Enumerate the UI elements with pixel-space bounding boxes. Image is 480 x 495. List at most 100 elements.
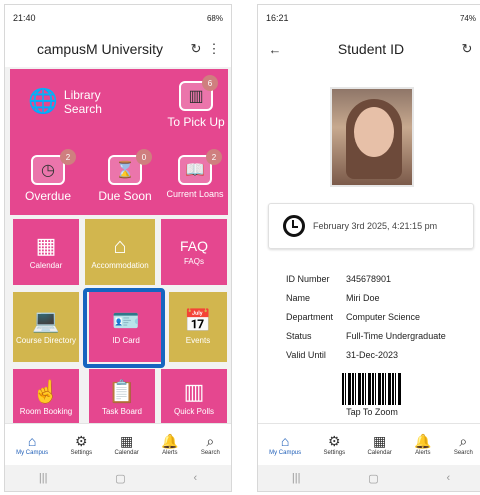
calendar-label: Calendar	[29, 260, 63, 270]
detail-value: Full-Time Undergraduate	[346, 330, 446, 341]
nav-label: Alerts	[162, 449, 178, 456]
current-loans-label: Current Loans	[166, 189, 224, 199]
course-directory-label: Course Directory	[15, 335, 76, 345]
due-soon-label: Due Soon	[98, 189, 152, 203]
nav-label: Calendar	[367, 449, 392, 456]
timestamp-card: February 3rd 2025, 4:21:15 pm	[268, 203, 474, 249]
student-id-screen: 16:21 74% ← Student ID ↻ February 3rd 20…	[257, 4, 480, 492]
nav-settings[interactable]: ⚙ Settings	[70, 434, 92, 456]
nav-calendar[interactable]: ▦ Calendar	[114, 434, 138, 456]
nav-alerts[interactable]: 🔔 Alerts	[414, 434, 431, 456]
status-time: 16:21	[266, 13, 289, 23]
nav-search[interactable]: ⌕ Search	[201, 434, 220, 456]
booking-icon: ☝	[32, 378, 60, 404]
current-loans-tile[interactable]: 📖 Current Loans 2	[162, 149, 228, 199]
calendar-icon: ▦	[373, 432, 387, 449]
laptop-icon: 💻	[32, 307, 60, 333]
events-tile[interactable]: 📅 Events	[169, 292, 227, 362]
refresh-icon[interactable]: ↻	[187, 41, 205, 57]
detail-row: Valid Until 31-Dec-2023	[286, 345, 446, 364]
home-button-icon[interactable]: ▢	[368, 472, 378, 485]
nav-search[interactable]: ⌕ Search	[454, 434, 473, 456]
student-id-content: February 3rd 2025, 4:21:15 pm ID Number 3…	[258, 67, 480, 427]
course-directory-tile[interactable]: 💻 Course Directory	[13, 292, 79, 362]
task-board-tile[interactable]: 📋 Task Board	[89, 369, 155, 427]
nav-label: My Campus	[269, 449, 302, 456]
room-booking-label: Room Booking	[19, 406, 73, 416]
to-pick-up-label: To Pick Up	[167, 115, 225, 129]
system-nav: ||| ▢ ‹	[258, 465, 480, 491]
faq-icon: FAQ	[179, 237, 208, 254]
id-card-highlight	[83, 288, 165, 368]
quick-polls-tile[interactable]: ▥ Quick Polls	[161, 369, 227, 427]
overdue-label: Overdue	[24, 189, 72, 203]
quick-polls-label: Quick Polls	[173, 406, 214, 416]
system-nav: ||| ▢ ‹	[5, 465, 231, 491]
nav-calendar[interactable]: ▦ Calendar	[367, 434, 391, 456]
status-battery: 68%	[206, 13, 223, 23]
status-bar: 21:40 68%	[5, 5, 231, 31]
current-loans-badge: 2	[206, 149, 222, 165]
bell-icon: 🔔	[161, 432, 179, 449]
overflow-menu-icon[interactable]: ⋮	[205, 41, 223, 57]
page-title: Student ID	[337, 41, 405, 57]
home-icon: ⌂	[280, 432, 290, 449]
nav-label: Settings	[323, 449, 346, 456]
nav-label: Settings	[70, 449, 93, 456]
events-icon: 📅	[184, 307, 212, 333]
tap-to-zoom-label[interactable]: Tap To Zoom	[328, 407, 416, 417]
due-soon-badge: 0	[136, 149, 152, 165]
recent-apps-icon[interactable]: |||	[39, 472, 48, 484]
student-id-app-bar: ← Student ID ↻	[258, 31, 480, 67]
clipboard-icon: 📋	[108, 378, 136, 404]
back-icon[interactable]: ‹	[193, 472, 197, 484]
detail-row: ID Number 345678901	[286, 269, 446, 288]
campus-home-screen: 21:40 68% campusM University ↻ ⋮ 🌐 Libra…	[4, 4, 232, 492]
nav-settings[interactable]: ⚙ Settings	[323, 434, 345, 456]
faqs-tile[interactable]: FAQ FAQs	[161, 219, 227, 285]
status-battery: 74%	[459, 13, 476, 23]
clock-icon	[283, 215, 305, 237]
timestamp-text: February 3rd 2025, 4:21:15 pm	[313, 221, 438, 231]
bottom-nav: ⌂ My Campus ⚙ Settings ▦ Calendar 🔔 Aler…	[258, 423, 480, 465]
nav-label: Search	[200, 449, 220, 456]
back-arrow-icon[interactable]: ←	[266, 42, 284, 57]
nav-label: Search	[453, 449, 473, 456]
student-photo	[330, 87, 414, 187]
gear-icon: ⚙	[75, 432, 88, 449]
detail-label: ID Number	[286, 273, 330, 284]
detail-value: Miri Doe	[346, 292, 380, 303]
detail-label: Name	[286, 292, 311, 303]
calendar-tile[interactable]: ▦ Calendar	[13, 219, 79, 285]
photo-face	[354, 107, 394, 157]
bell-icon: 🔔	[414, 432, 432, 449]
to-pick-up-tile[interactable]: ▥ To Pick Up 6	[164, 75, 228, 129]
detail-label: Department	[286, 311, 334, 322]
detail-label: Status	[286, 330, 312, 341]
calendar-icon: ▦	[35, 232, 57, 258]
due-soon-tile[interactable]: ⌛ Due Soon 0	[96, 149, 154, 203]
accommodation-tile[interactable]: ⌂ Accommodation	[85, 219, 155, 285]
search-icon: ⌕	[206, 432, 215, 449]
nav-label: Calendar	[114, 449, 139, 456]
page: 21:40 68% campusM University ↻ ⋮ 🌐 Libra…	[0, 0, 480, 495]
refresh-icon[interactable]: ↻	[458, 41, 476, 57]
gear-icon: ⚙	[328, 432, 341, 449]
nav-alerts[interactable]: 🔔 Alerts	[161, 434, 178, 456]
recent-apps-icon[interactable]: |||	[292, 472, 301, 484]
library-search-tile[interactable]: 🌐 Library Search	[28, 87, 118, 116]
to-pick-up-badge: 6	[202, 75, 218, 91]
overdue-tile[interactable]: ◷ Overdue 2	[20, 149, 76, 203]
room-booking-tile[interactable]: ☝ Room Booking	[13, 369, 79, 427]
home-button-icon[interactable]: ▢	[115, 472, 125, 485]
poll-chart-icon: ▥	[183, 378, 205, 404]
student-details: ID Number 345678901 Name Miri Doe Departme…	[286, 269, 446, 364]
search-icon: ⌕	[459, 432, 468, 449]
detail-row: Name Miri Doe	[286, 288, 446, 307]
task-board-label: Task Board	[101, 406, 143, 416]
back-icon[interactable]: ‹	[446, 472, 450, 484]
nav-label: Alerts	[415, 449, 431, 456]
nav-my-campus[interactable]: ⌂ My Campus	[269, 434, 301, 456]
barcode[interactable]	[342, 373, 402, 405]
nav-my-campus[interactable]: ⌂ My Campus	[16, 434, 48, 456]
